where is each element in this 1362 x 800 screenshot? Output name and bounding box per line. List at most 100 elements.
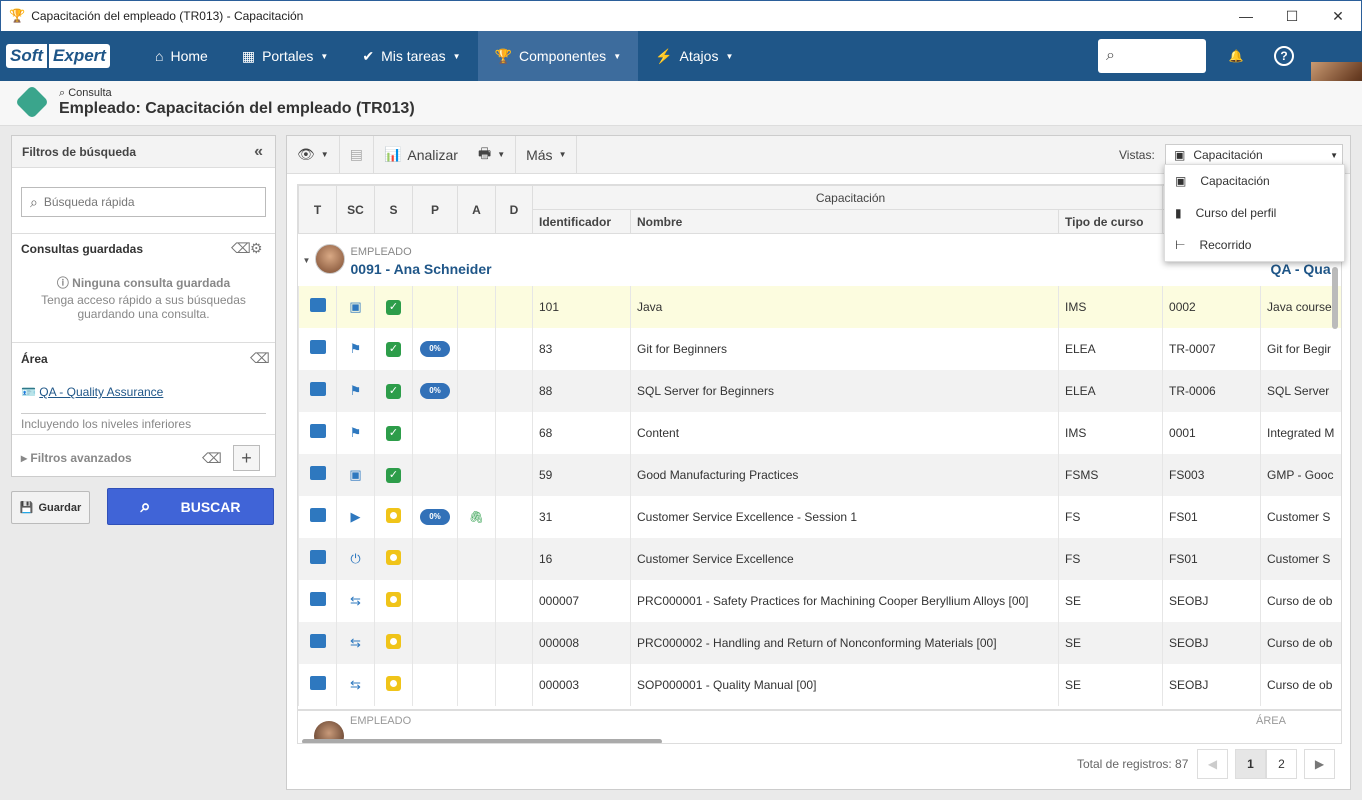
play-icon: ▶ [350,508,361,524]
page-2-button[interactable]: 2 [1266,749,1297,779]
area-note: Incluyendo los niveles inferiores [21,417,192,431]
col-d[interactable]: D [495,185,533,234]
training-type-icon [309,382,326,396]
cell-nombre: Content [630,411,1059,454]
group-row-employee-2[interactable]: EMPLEADO ÁREA [298,709,1341,743]
view-toggle-button[interactable]: 👁 ▼ [287,135,340,174]
table-row[interactable]: ▣ ✓ 59 Good Manufacturing Practices FSMS… [298,453,1341,496]
broom-icon[interactable]: ⌫ [202,450,222,467]
cell-identificador: 59 [532,453,631,496]
training-type-icon [309,550,326,564]
nav-portales[interactable]: ▦ Portales ▼ [225,31,346,81]
col-s[interactable]: S [374,185,413,234]
search-icon: ⌕ [140,496,151,516]
cell-identificador: 88 [532,369,631,412]
horizontal-scrollbar[interactable] [302,739,662,743]
col-p[interactable]: P [412,185,458,234]
cell-desc: Curso de ob [1260,621,1341,664]
table-row[interactable]: ⇆ 000007 PRC000001 - Safety Practices fo… [298,579,1341,622]
analyze-button[interactable]: 📊 Analizar [374,136,468,174]
results-grid: T SC S P A D Capacitación Identificador … [297,184,1342,744]
col-sc[interactable]: SC [336,185,375,234]
cell-desc: Curso de ob [1260,663,1341,706]
caret-down-icon[interactable]: ▼ [303,256,311,265]
bookmark-icon: ▮ [1175,206,1182,220]
cell-code: TR-0007 [1162,327,1261,370]
prev-page-button[interactable]: ◀ [1197,749,1228,779]
table-row[interactable]: ⚑ ✓ 0% 83 Git for Beginners ELEA TR-0007… [298,327,1341,370]
table-row[interactable]: ⚑ ✓ 68 Content IMS 0001 Integrated M [298,411,1341,454]
home-icon: ⌂ [155,48,164,64]
window-titlebar: 🏆 Capacitación del empleado (TR013) - Ca… [0,0,1362,31]
status-done-icon: ✓ [386,383,401,399]
table-row[interactable]: ⚑ ✓ 0% 88 SQL Server for Beginners ELEA … [298,369,1341,412]
cell-code: SEOBJ [1162,579,1261,622]
status-done-icon: ✓ [386,467,401,483]
cell-tipo: IMS [1057,285,1163,328]
col-tipo-curso[interactable]: Tipo de curso [1057,209,1164,234]
save-query-button[interactable]: 💾 Guardar [11,491,90,524]
export-button[interactable]: ▤ [340,135,374,174]
group-area: QA - Qua [1270,261,1331,277]
vertical-scrollbar[interactable] [1332,267,1338,329]
help-icon[interactable]: ? [1274,46,1294,66]
training-type-icon [309,466,326,480]
quick-search-input[interactable]: ⌕ Búsqueda rápida [21,187,266,217]
table-row[interactable]: ⏻ 16 Customer Service Excellence FS FS01… [298,537,1341,580]
maximize-button[interactable]: ☐ [1269,1,1315,31]
cell-nombre: PRC000002 - Handling and Return of Nonco… [630,621,1059,664]
views-menu-item-capacitacion[interactable]: ▣ Capacitación [1165,165,1344,197]
col-nombre[interactable]: Nombre [630,209,1059,234]
col-identificador[interactable]: Identificador [532,209,631,234]
add-filter-button[interactable]: + [233,445,260,471]
cell-identificador: 31 [532,495,631,538]
table-row[interactable]: ⇆ 000003 SOP000001 - Quality Manual [00]… [298,663,1341,706]
area-value-link[interactable]: 🪪 QA - Quality Assurance [21,385,163,399]
col-a[interactable]: A [457,185,496,234]
views-select[interactable]: ▣ Capacitación ▼ [1165,144,1343,166]
cell-nombre: Git for Beginners [630,327,1059,370]
table-row[interactable]: ⇆ 000008 PRC000002 - Handling and Return… [298,621,1341,664]
more-label: Más [526,146,553,163]
page-1-button[interactable]: 1 [1235,749,1266,779]
minimize-button[interactable]: — [1223,1,1269,31]
views-menu-item-recorrido[interactable]: ⊢ Recorrido [1165,229,1344,261]
next-page-button[interactable]: ▶ [1304,749,1335,779]
nav-mis-tareas[interactable]: ✔ Mis tareas ▼ [345,31,477,81]
more-button[interactable]: Más ▼ [516,135,578,174]
employee-avatar [314,244,345,274]
training-type-icon [309,676,326,690]
bell-icon[interactable]: 🔔 [1224,44,1248,68]
cell-desc: SQL Server [1260,369,1341,412]
broom-icon[interactable]: ⌫ [250,350,270,367]
nav-componentes[interactable]: 🏆 Componentes ▼ [477,31,639,81]
attachment-icon[interactable]: 🖇 [469,510,484,524]
broom-icon[interactable]: ⌫ [231,240,251,257]
table-row[interactable]: ▶ 0% 🖇 31 Customer Service Excellence - … [298,495,1341,538]
gear-icon[interactable]: ⚙ [250,240,263,257]
cell-tipo: FS [1057,537,1163,580]
softexpert-logo[interactable]: Soft Expert [6,43,130,69]
cell-code: FS003 [1162,453,1261,496]
views-menu-item-curso-perfil[interactable]: ▮ Curso del perfil [1165,197,1344,229]
cell-nombre: Good Manufacturing Practices [630,453,1059,496]
training-type-icon [309,424,326,438]
close-button[interactable]: ✕ [1315,1,1361,31]
global-search-input[interactable]: ⌕ [1098,39,1206,73]
search-button[interactable]: ⌕ BUSCAR [107,488,274,525]
bolt-icon: ⚡ [655,47,673,64]
cell-identificador: 000008 [532,621,631,664]
advanced-filters-label: Filtros avanzados [30,451,132,465]
cell-tipo: FSMS [1057,453,1163,496]
cell-identificador: 83 [532,327,631,370]
advanced-filters-toggle[interactable]: ▸ Filtros avanzados [21,451,132,465]
collapse-icon[interactable]: « [254,143,263,161]
col-t[interactable]: T [298,185,337,234]
document-icon: ▤ [349,146,363,162]
nav-home[interactable]: ⌂ Home [138,31,225,81]
table-row[interactable]: ▣ ✓ 101 Java IMS 0002 Java course [298,285,1341,328]
area-value-label: QA - Quality Assurance [39,385,164,399]
print-button[interactable]: 🖶 ▼ [468,135,517,174]
breadcrumb-label: Consulta [68,87,112,99]
nav-atajos[interactable]: ⚡ Atajos ▼ [638,31,750,81]
